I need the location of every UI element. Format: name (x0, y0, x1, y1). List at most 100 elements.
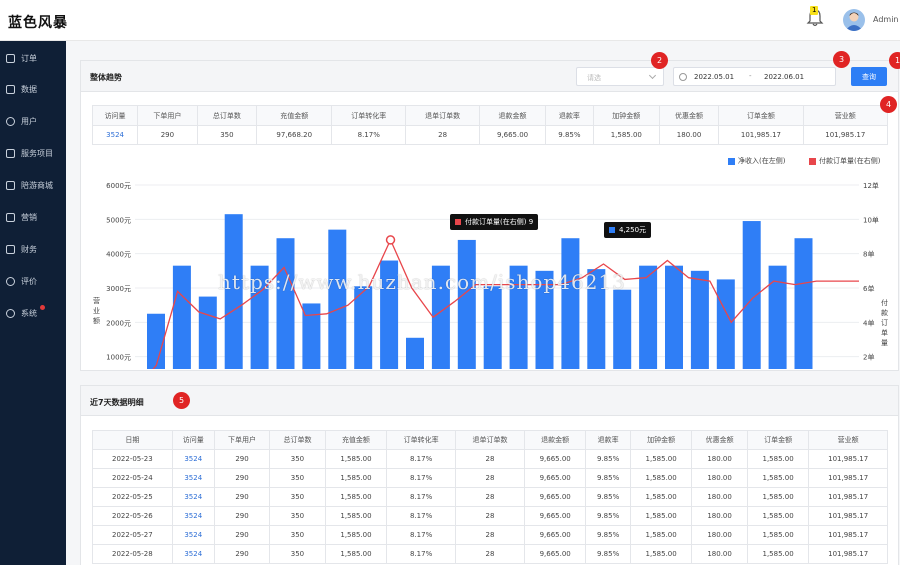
table-cell: 28 (455, 525, 525, 545)
table-cell[interactable]: 3524 (171, 544, 215, 564)
detail-header-row: 日期 访问量 下单用户 总订单数 充值金额 订单转化率 退单订单数 退款金额 退款率 加钟金额 优惠… (92, 430, 888, 450)
table-cell: 9,665.00 (523, 525, 587, 545)
bar (457, 239, 476, 369)
sidebar-item-label: 系统 (21, 308, 37, 318)
summary-value: 101,985.17 (718, 125, 804, 145)
sidebar-item-orders[interactable]: 订单 (0, 48, 66, 68)
table-cell: 1,585.00 (324, 525, 388, 545)
gear-icon (6, 308, 15, 318)
summary-header: 访问量 (91, 105, 139, 126)
type-select[interactable]: 请选 (576, 67, 664, 86)
date-end[interactable]: 2022.06.01 (764, 73, 804, 81)
table-cell: 290 (213, 449, 271, 469)
table-cell[interactable]: 3524 (171, 506, 215, 526)
summary-value: 8.17% (331, 125, 407, 145)
date-start[interactable]: 2022.05.01 (694, 73, 734, 81)
detail-card-header: 近7天数据明细 (81, 386, 898, 416)
y2-tick-label: 4单 (863, 318, 874, 327)
bar (172, 265, 191, 369)
summary-header: 退款金额 (479, 105, 547, 126)
detail-header: 订单金额 (746, 430, 810, 450)
summary-header-row: 访问量 下单用户 总订单数 充值金额 订单转化率 退单订单数 退款金额 退款率 … (91, 105, 889, 126)
y2-axis-label: 订 (881, 318, 888, 327)
y2-tick-label: 2单 (863, 353, 874, 362)
sidebar-item-users[interactable]: 用户 (0, 111, 66, 131)
sidebar-item-marketing[interactable]: 营销 (0, 207, 66, 227)
table-row: 2022-05-24 3524 290 350 1,585.00 8.17% 28 9,665… (92, 468, 888, 488)
sidebar-item-reviews[interactable]: 评价 (0, 271, 66, 291)
summary-value: 97,668.20 (256, 125, 333, 145)
clock-icon (679, 73, 687, 81)
table-cell: 1,585.00 (629, 506, 693, 526)
y2-axis-label: 量 (881, 339, 888, 347)
detail-header: 退款率 (585, 430, 631, 450)
table-cell: 1,585.00 (746, 506, 810, 526)
y2-axis-label: 付 (881, 298, 888, 307)
y2-axis-label: 款 (881, 308, 888, 317)
grid-icon (6, 148, 15, 158)
table-row: 2022-05-26 3524 290 350 1,585.00 8.17% 28 9,665… (92, 506, 888, 526)
bar (198, 296, 217, 369)
summary-header: 订单转化率 (331, 105, 407, 126)
table-cell[interactable]: 3524 (171, 468, 215, 488)
query-button[interactable]: 查询 (851, 67, 887, 86)
table-cell[interactable]: 3524 (171, 487, 215, 507)
bar (613, 289, 632, 369)
sidebar-item-finance[interactable]: 财务 (0, 239, 66, 259)
table-cell: 9,665.00 (523, 449, 587, 469)
table-cell: 180.00 (691, 449, 748, 469)
table-cell: 2022-05-26 (92, 506, 173, 526)
table-cell: 9,665.00 (523, 468, 587, 488)
avatar[interactable] (843, 9, 865, 31)
table-cell[interactable]: 3524 (171, 449, 215, 469)
y-axis-label: 业 (93, 306, 100, 315)
table-cell: 9.85% (585, 487, 631, 507)
date-range-picker[interactable]: 2022.05.01 - 2022.06.01 (673, 67, 836, 86)
star-icon (6, 276, 15, 286)
summary-value-visits[interactable]: 3524 (91, 125, 139, 145)
table-cell: 180.00 (691, 468, 748, 488)
summary-value: 28 (405, 125, 481, 145)
sidebar-item-shop[interactable]: 陪游商城 (0, 175, 66, 195)
detail-header: 优惠金额 (691, 430, 748, 450)
detail-header: 退单订单数 (455, 430, 525, 450)
table-cell: 2022-05-27 (92, 525, 173, 545)
sidebar-item-system[interactable]: 系统 (0, 303, 66, 323)
trend-chart: 0元1000元2000元3000元4000元5000元6000元0单2单4单6单… (93, 181, 888, 369)
summary-header: 营业额 (802, 105, 889, 126)
table-cell: 290 (213, 468, 271, 488)
shop-icon (6, 180, 15, 190)
table-cell[interactable]: 3524 (171, 525, 215, 545)
table-cell: 180.00 (691, 525, 748, 545)
detail-header: 充值金额 (324, 430, 388, 450)
table-cell: 2022-05-23 (92, 449, 173, 469)
table-cell: 28 (455, 468, 525, 488)
marker-3: 3 (833, 51, 850, 68)
table-row: 2022-05-27 3524 290 350 1,585.00 8.17% 28 9,665… (92, 525, 888, 545)
sidebar-item-services[interactable]: 服务项目 (0, 143, 66, 163)
bar (354, 286, 373, 369)
bar (483, 286, 502, 369)
detail-header: 营业额 (808, 430, 888, 450)
y-tick-label: 5000元 (106, 216, 131, 224)
sidebar-item-data[interactable]: 数据 (0, 79, 66, 99)
tooltip-label: 付款订单量(在右侧) (465, 218, 527, 226)
chevron-down-icon (648, 71, 657, 80)
sidebar-item-label: 陪游商城 (21, 180, 53, 190)
table-cell: 180.00 (691, 487, 748, 507)
summary-value: 9.85% (545, 125, 594, 145)
summary-value: 180.00 (658, 125, 720, 145)
y2-axis-label: 单 (881, 328, 888, 337)
detail-header: 加钟金额 (629, 430, 693, 450)
user-name[interactable]: Admin (873, 15, 899, 24)
table-cell: 101,985.17 (808, 487, 888, 507)
table-cell: 290 (213, 544, 271, 564)
table-cell: 350 (269, 525, 326, 545)
legend-swatch (809, 157, 816, 165)
table-cell: 8.17% (386, 487, 457, 507)
user-icon (6, 116, 15, 126)
table-cell: 1,585.00 (324, 449, 388, 469)
legend-item-income[interactable]: 净收入(在左侧) (728, 156, 785, 166)
bar (742, 221, 761, 369)
legend-item-orders[interactable]: 付款订单量(在右侧) (809, 156, 880, 166)
